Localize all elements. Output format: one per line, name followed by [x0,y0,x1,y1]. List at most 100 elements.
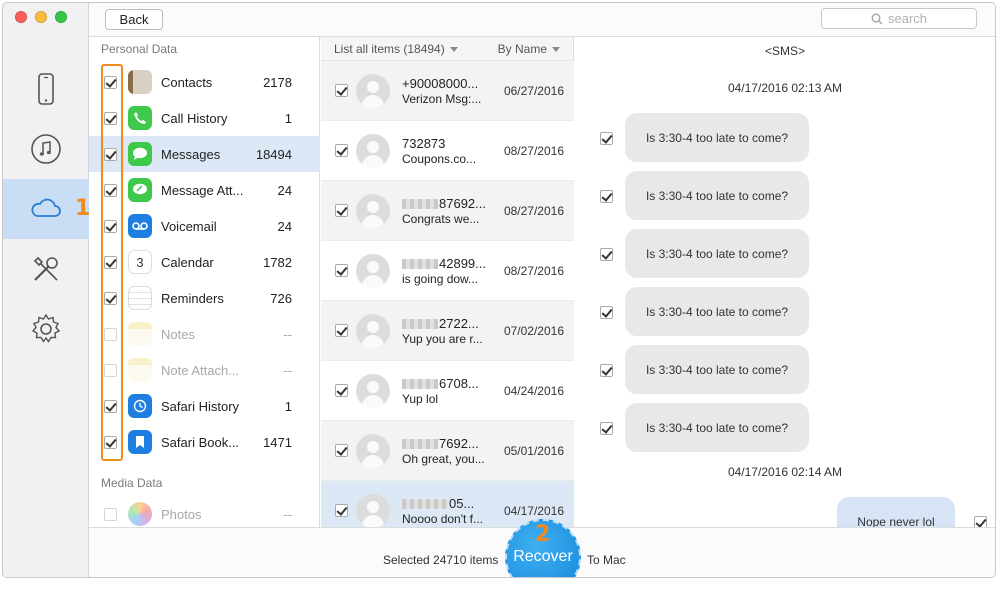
category-messages[interactable]: Messages 18494 [89,136,320,172]
photos-icon [128,502,152,526]
message-bubble: Is 3:30-4 too late to come? [625,229,809,278]
step-1-highlight [101,64,123,461]
rail-settings[interactable] [3,299,89,359]
category-safari-bookmarks[interactable]: Safari Book... 1471 [89,424,320,460]
message-date: 08/27/2016 [503,143,564,158]
rail-itunes[interactable] [3,119,89,179]
checkbox[interactable] [600,190,613,203]
app-window: 1 Back search Personal Data Contacts 217… [2,2,996,578]
message-bubble: Is 3:30-4 too late to come? [625,171,809,220]
rail-tools[interactable] [3,239,89,299]
message-bubble: Is 3:30-4 too late to come? [625,113,809,162]
search-input[interactable]: search [821,8,977,29]
category-safari-history[interactable]: Safari History 1 [89,388,320,424]
list-item[interactable]: 42899... is going dow... 08/27/2016 [321,241,574,301]
checkbox[interactable] [335,384,348,397]
list-item[interactable]: 7692... Oh great, you... 05/01/2016 [321,421,574,481]
sort-label: By Name [497,41,547,56]
category-call-history[interactable]: Call History 1 [89,100,320,136]
media-data-header: Media Data [101,476,163,490]
window-controls [15,11,67,23]
checkbox[interactable] [335,144,348,157]
message-date: 07/02/2016 [503,323,564,338]
calendar-icon: 3 [128,250,152,274]
checkbox[interactable] [335,504,348,517]
checkbox[interactable] [335,204,348,217]
close-window-button[interactable] [15,11,27,23]
sort-dropdown[interactable]: By Name [498,42,560,56]
avatar [356,493,390,528]
maximize-window-button[interactable] [55,11,67,23]
back-button[interactable]: Back [105,9,163,30]
category-calendar[interactable]: 3 Calendar 1782 [89,244,320,280]
message-bubble: Is 3:30-4 too late to come? [625,287,809,336]
voicemail-icon [128,214,152,238]
checkbox[interactable] [335,324,348,337]
message-sender: 7692... [439,435,479,451]
category-count: 24 [277,218,292,234]
category-notes[interactable]: Notes -- [89,316,320,352]
checkbox[interactable] [335,444,348,457]
list-item[interactable]: 87692... Congrats we... 08/27/2016 [321,181,574,241]
destination-label: To Mac [587,553,626,567]
message-preview: Verizon Msg:... [402,91,482,106]
message-sender: 05... [449,495,475,511]
rail-device[interactable] [3,59,89,119]
checkbox[interactable] [335,84,348,97]
category-contacts[interactable]: Contacts 2178 [89,64,320,100]
avatar [356,313,390,348]
checkbox[interactable] [104,507,117,521]
avatar [356,73,390,108]
list-item[interactable]: +90008000... Verizon Msg:... 06/27/2016 [321,61,574,121]
rail-icloud[interactable]: 1 [3,179,90,239]
category-count: 1 [284,110,292,126]
message-bubble-row: Is 3:30-4 too late to come? [575,229,995,279]
checkbox[interactable] [600,248,613,261]
detail-type-header: <SMS> [764,44,806,58]
message-date: 08/27/2016 [503,203,564,218]
search-placeholder: search [887,11,928,26]
message-bubble-row: Is 3:30-4 too late to come? [575,113,995,163]
category-reminders[interactable]: Reminders 726 [89,280,320,316]
phone-call-icon [128,106,152,130]
redacted-text [402,319,438,330]
category-count: 726 [270,290,292,306]
message-list: List all items (18494) By Name +90008000… [321,37,574,541]
tools-icon [33,256,58,281]
checkbox[interactable] [600,422,613,435]
note-attachment-icon [128,358,152,382]
message-sender: 732873 [402,135,446,151]
redacted-text [402,199,438,210]
list-filter-dropdown[interactable]: List all items (18494) [334,42,458,56]
personal-data-header: Personal Data [101,42,178,56]
message-sender: +90008000... [402,75,479,91]
message-bubble-row: Is 3:30-4 too late to come? [575,171,995,221]
category-label: Notes [161,326,195,342]
category-label: Messages [161,146,221,162]
checkbox[interactable] [600,306,613,319]
redacted-text [402,499,448,510]
checkbox[interactable] [600,132,613,145]
checkbox[interactable] [335,264,348,277]
message-preview: is going dow... [402,271,479,286]
checkbox[interactable] [600,364,613,377]
category-note-attachments[interactable]: Note Attach... -- [89,352,320,388]
message-sender: 2722... [439,315,479,331]
list-item[interactable]: 6708... Yup lol 04/24/2016 [321,361,574,421]
list-item[interactable]: 2722... Yup you are r... 07/02/2016 [321,301,574,361]
list-item[interactable]: 732873 Coupons.co... 08/27/2016 [321,121,574,181]
list-filter-label: List all items (18494) [334,41,445,56]
avatar [356,133,390,168]
category-label: Reminders [161,290,224,306]
message-preview: Coupons.co... [402,151,477,166]
message-preview: Congrats we... [402,211,480,226]
category-message-attachments[interactable]: Message Att... 24 [89,172,320,208]
category-label: Safari History [161,398,240,414]
selected-count: Selected 24710 items [383,553,499,567]
avatar [356,373,390,408]
message-sender: 42899... [439,255,486,271]
message-attachment-icon [128,178,152,202]
minimize-window-button[interactable] [35,11,47,23]
category-voicemail[interactable]: Voicemail 24 [89,208,320,244]
message-bubble-row: Is 3:30-4 too late to come? [575,345,995,395]
